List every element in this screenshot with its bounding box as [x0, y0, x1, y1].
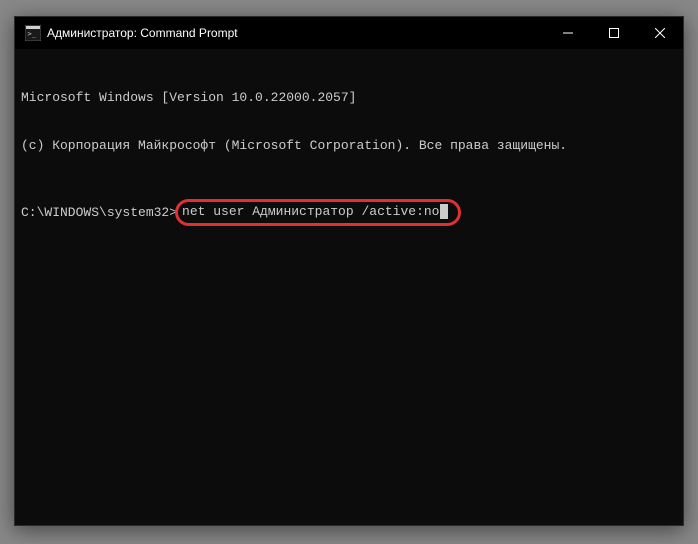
text-cursor — [440, 204, 448, 219]
close-button[interactable] — [637, 17, 683, 49]
window-title: Администратор: Command Prompt — [47, 26, 545, 40]
prompt-path: C:\WINDOWS\system32> — [21, 205, 177, 221]
cmd-icon: >_ — [25, 25, 41, 41]
svg-text:>_: >_ — [28, 30, 37, 38]
window-controls — [545, 17, 683, 49]
output-line-copyright: (c) Корпорация Майкрософт (Microsoft Cor… — [21, 138, 677, 154]
maximize-button[interactable] — [591, 17, 637, 49]
titlebar[interactable]: >_ Администратор: Command Prompt — [15, 17, 683, 49]
output-line-version: Microsoft Windows [Version 10.0.22000.20… — [21, 90, 677, 106]
command-text: net user Администратор /active:no — [182, 204, 439, 219]
terminal-body[interactable]: Microsoft Windows [Version 10.0.22000.20… — [15, 49, 683, 525]
command-prompt-window: >_ Администратор: Command Prompt Microso… — [14, 16, 684, 526]
highlighted-command: net user Администратор /active:no — [175, 199, 461, 226]
minimize-button[interactable] — [545, 17, 591, 49]
prompt-line: C:\WINDOWS\system32> net user Администрат… — [21, 199, 677, 226]
